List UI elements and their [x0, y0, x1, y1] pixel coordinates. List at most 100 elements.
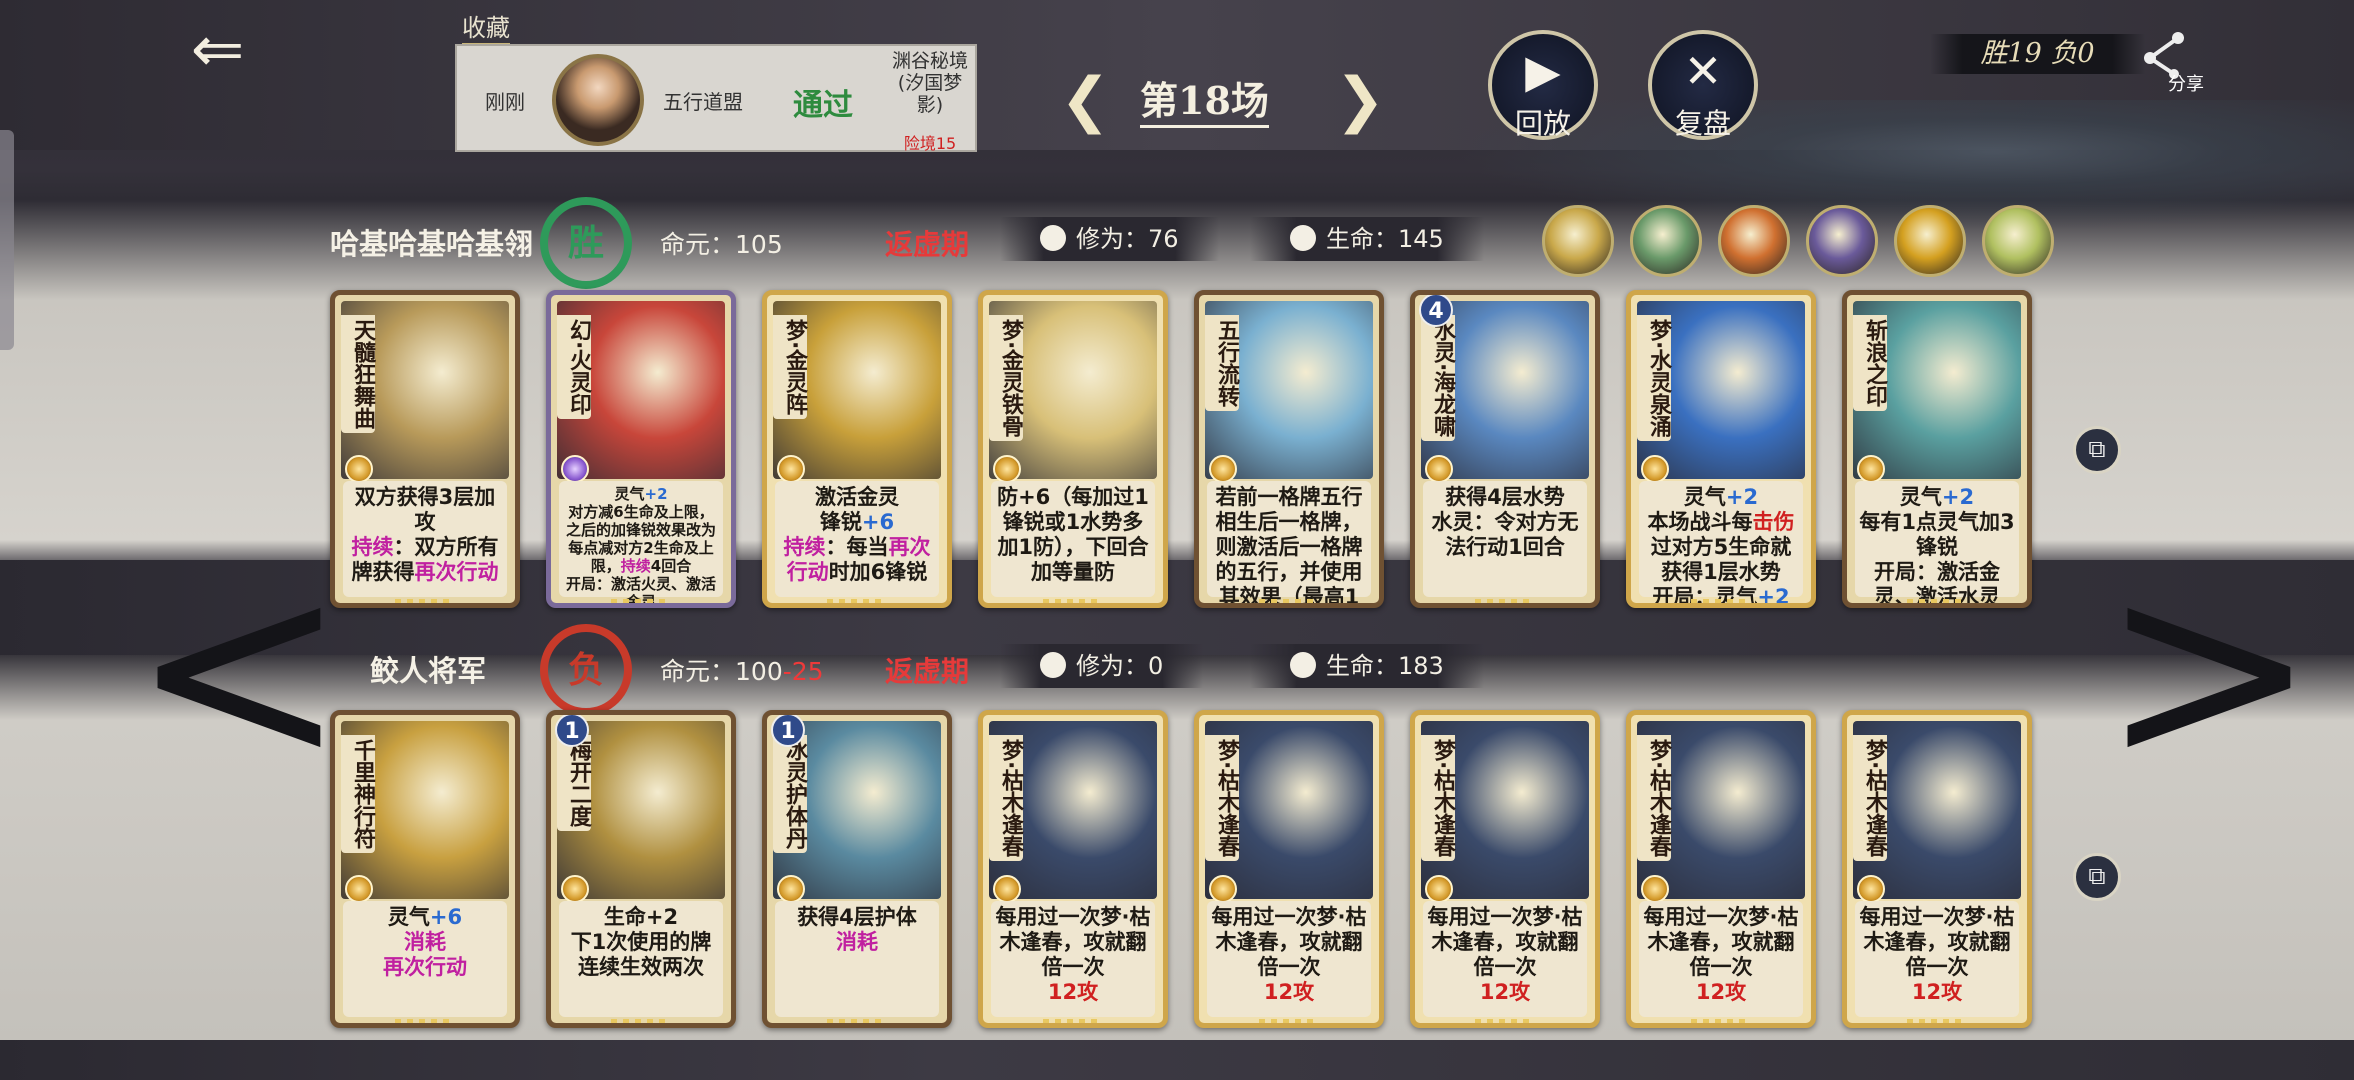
card-description-line: 每用过一次梦·枯木逢春，攻就翻倍一次 — [1643, 905, 1799, 979]
card-description-line: 开局：灵气+2 — [1652, 585, 1790, 608]
player2-card-5[interactable]: 梦·枯木逢春每用过一次梦·枯木逢春，攻就翻倍一次 12攻 — [1194, 710, 1384, 1028]
card-level-dots — [827, 599, 887, 603]
card-description-line: 每用过一次梦·枯木逢春，攻就翻倍一次 — [1211, 905, 1367, 979]
card-description-line: 每用过一次梦·枯木逢春，攻就翻倍一次 — [1859, 905, 2015, 979]
copy-deck-button-2[interactable]: ⧉ — [2073, 853, 2121, 901]
review-button[interactable]: ✕ 复盘 — [1648, 30, 1758, 140]
player2-card-4[interactable]: 梦·枯木逢春 每用过一次梦·枯木逢春，攻就翻倍一次 12攻 — [978, 710, 1168, 1028]
copy-icon: ⧉ — [2088, 435, 2106, 463]
win-loss-score: 胜19 负0 — [1930, 34, 2145, 74]
artifact-orb-4[interactable] — [1806, 205, 1878, 277]
share-button[interactable]: 分享 — [2140, 30, 2210, 100]
card-level-dots — [1691, 599, 1751, 603]
card-rarity-gem-icon — [345, 455, 373, 483]
meditation-icon — [1040, 652, 1066, 678]
artifact-orb-1[interactable] — [1542, 205, 1614, 277]
card-rarity-gem-icon — [1857, 875, 1885, 903]
heart-icon — [1290, 225, 1316, 251]
player2-card-3[interactable]: 冰灵护体丹 1 获得4层护体 消耗 — [762, 710, 952, 1028]
hp-label: 生命： — [1326, 225, 1398, 253]
card-title: 梅开二度 — [557, 735, 591, 831]
record-location: 渊谷秘境(汐国梦影) — [891, 50, 968, 116]
record-time: 刚刚 — [485, 90, 525, 114]
copy-deck-button-1[interactable]: ⧉ — [2073, 426, 2121, 474]
record-summary[interactable]: 刚刚 五行道盟 通过 渊谷秘境(汐国梦影) 险境15 — [455, 44, 977, 153]
card-description: 防+6（每加过1锋锐或1水势多加1防），下回合加等量防 — [991, 481, 1155, 597]
life-source-value: 100 — [735, 657, 783, 686]
player1-hp: 生命：145 — [1250, 217, 1484, 261]
player1-card-2[interactable]: 幻·火灵印 灵气+2 对方减6生命及上限，之后的加锋锐效果改为每点减对方2生命及上限… — [546, 290, 736, 608]
card-title: 梦·枯木逢春 — [1637, 735, 1671, 862]
player2-card-2[interactable]: 梅开二度 1 生命+2 下1次使用的牌连续生效两次 — [546, 710, 736, 1028]
card-title: 千里神行符 — [341, 735, 375, 853]
heart-icon — [1290, 652, 1316, 678]
card-description-line: 每用过一次梦·枯木逢春，攻就翻倍一次 — [995, 905, 1151, 979]
player2-hp: 生命：183 — [1250, 644, 1484, 688]
opponent-avatar — [552, 54, 644, 146]
player1-card-1[interactable]: 天髓狂舞曲 双方获得3层加攻 持续：双方所有牌获得再次行动 — [330, 290, 520, 608]
replay-button[interactable]: ▶ 回放 — [1488, 30, 1598, 140]
card-description-line: 12攻 — [1263, 980, 1315, 1004]
card-title: 水灵·海龙啸 — [1421, 315, 1455, 442]
player1-card-6[interactable]: 水灵·海龙啸 4 获得4层水势 水灵：令对方无法行动1回合 — [1410, 290, 1600, 608]
cultivation-label: 修为： — [1076, 652, 1148, 680]
card-description: 若前一格牌五行相生后一格牌，则激活后一格牌的五行，并使用其效果（最高1级） — [1207, 481, 1371, 603]
review-label: 复盘 — [1674, 107, 1731, 140]
artifact-orb-3[interactable] — [1718, 205, 1790, 277]
card-level-dots — [1043, 599, 1103, 603]
card-cost: 1 — [771, 715, 805, 747]
player1-card-4[interactable]: 梦·金灵铁骨 防+6（每加过1锋锐或1水势多加1防），下回合加等量防 — [978, 290, 1168, 608]
hp-label: 生命： — [1326, 652, 1398, 680]
card-description-line: 12攻 — [1479, 980, 1531, 1004]
card-description: 生命+2 下1次使用的牌连续生效两次 — [559, 901, 723, 1017]
card-rarity-gem-icon — [1641, 875, 1669, 903]
bottom-stripe — [0, 1040, 2354, 1080]
chevron-right-icon[interactable]: ❯ — [1335, 70, 1385, 130]
card-title: 幻·火灵印 — [557, 315, 591, 420]
artifact-orb-6[interactable] — [1982, 205, 2054, 277]
player2-card-1[interactable]: 千里神行符灵气+6 消耗 再次行动 — [330, 710, 520, 1028]
card-description-line: 灵气+2 — [614, 485, 668, 503]
player1-card-3[interactable]: 梦·金灵阵 激活金灵 锋锐+6 持续：每当再次行动时加6锋锐 — [762, 290, 952, 608]
player1-card-5[interactable]: 五行流转若前一格牌五行相生后一格牌，则激活后一格牌的五行，并使用其效果（最高1级… — [1194, 290, 1384, 608]
artifact-orb-5[interactable] — [1894, 205, 1966, 277]
card-description-line: 水灵：令对方无法行动1回合 — [1431, 510, 1579, 559]
player1-cultivation: 修为：76 — [1000, 217, 1219, 261]
card-rarity-gem-icon — [561, 875, 589, 903]
card-description: 灵气+6 消耗 再次行动 — [343, 901, 507, 1017]
player1-card-8[interactable]: 斩浪之印 灵气+2 每有1点灵气加3锋锐 开局：激活金灵、激活水灵 — [1842, 290, 2032, 608]
player2-card-6[interactable]: 梦·枯木逢春 每用过一次梦·枯木逢春，攻就翻倍一次 12攻 — [1410, 710, 1600, 1028]
player2-result-badge: 负 — [540, 624, 632, 716]
chevron-left-icon[interactable]: ❮ — [1060, 70, 1110, 130]
card-rarity-gem-icon — [1641, 455, 1669, 483]
share-label: 分享 — [2168, 74, 2204, 95]
card-cost: 4 — [1419, 295, 1453, 327]
player2-cultivation: 修为：0 — [1000, 644, 1204, 688]
card-title: 梦·枯木逢春 — [1205, 735, 1239, 862]
card-description: 每用过一次梦·枯木逢春，攻就翻倍一次 12攻 — [1855, 901, 2019, 1017]
hp-value: 145 — [1398, 225, 1444, 253]
card-level-dots — [1043, 1019, 1103, 1023]
card-description-line: 每有1点灵气加3锋锐 — [1859, 510, 2015, 559]
card-title: 梦·枯木逢春 — [1421, 735, 1455, 862]
life-source-value: 105 — [735, 230, 783, 259]
card-title: 冰灵护体丹 — [773, 735, 807, 853]
life-source-delta: -25 — [782, 657, 824, 686]
cultivation-value: 0 — [1148, 652, 1164, 680]
collection-link[interactable]: 收藏 — [462, 8, 510, 45]
card-description: 灵气+2 每有1点灵气加3锋锐 开局：激活金灵、激活水灵 — [1855, 481, 2019, 603]
replay-label: 回放 — [1514, 107, 1571, 140]
artifact-orb-2[interactable] — [1630, 205, 1702, 277]
card-description-line: 获得4层护体 — [797, 905, 917, 929]
record-opponent: 五行道盟 — [663, 90, 743, 114]
crossed-swords-icon: ✕ — [1683, 44, 1723, 98]
back-arrow-icon[interactable]: ⇐ — [170, 18, 265, 82]
player2-card-8[interactable]: 梦·枯木逢春 每用过一次梦·枯木逢春，攻就翻倍一次 12攻 — [1842, 710, 2032, 1028]
player1-realm: 返虚期 — [885, 228, 970, 261]
next-page-arrow[interactable]: > — [2100, 540, 2318, 800]
player1-card-7[interactable]: 梦·水灵泉涌 灵气+2 本场战斗每击伤过对方5生命就获得1层水势 开局：灵气+2 — [1626, 290, 1816, 608]
card-description: 获得4层护体 消耗 — [775, 901, 939, 1017]
player2-card-7[interactable]: 梦·枯木逢春 每用过一次梦·枯木逢春，攻就翻倍一次 12攻 — [1626, 710, 1816, 1028]
card-description-line: 灵气+2 — [1899, 485, 1975, 509]
card-rarity-gem-icon — [345, 875, 373, 903]
